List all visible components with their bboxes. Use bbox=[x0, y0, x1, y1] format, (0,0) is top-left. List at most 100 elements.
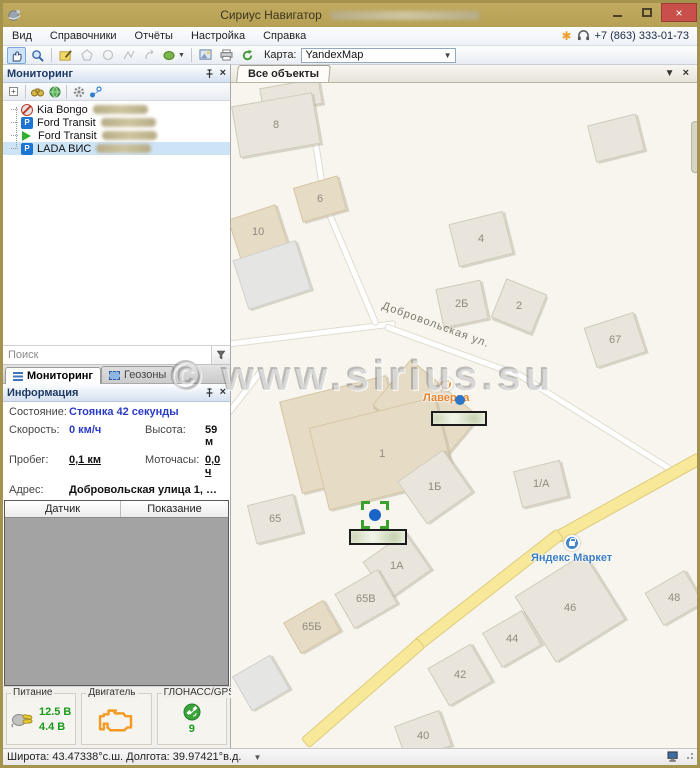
close-button[interactable]: × bbox=[661, 3, 697, 22]
minimize-icon bbox=[613, 15, 622, 17]
building-number: 48 bbox=[668, 592, 680, 604]
vehicle-dot-marker[interactable] bbox=[455, 395, 465, 405]
show-on-map-button[interactable] bbox=[46, 84, 63, 99]
print-button[interactable] bbox=[217, 47, 236, 64]
tab-list-dropdown-icon[interactable]: ▼ bbox=[665, 68, 675, 79]
map-provider-value: YandexMap bbox=[306, 49, 364, 61]
minimize-button[interactable] bbox=[603, 3, 632, 22]
column-sensor[interactable]: Датчик bbox=[5, 501, 121, 517]
map-road bbox=[515, 371, 678, 477]
building-number: 65 bbox=[269, 513, 281, 525]
vehicle-tree: Kia BongoPFord TransitFord TransitPLADA … bbox=[3, 101, 230, 155]
vehicle-row[interactable]: P Ford Transit bbox=[3, 116, 230, 129]
map-building-2: 2 bbox=[491, 278, 548, 333]
vehicle-name: LADA ВИС bbox=[37, 143, 91, 155]
window-title-group: Сириус Навигатор bbox=[3, 8, 697, 22]
map-building-6: 6 bbox=[293, 175, 347, 222]
tab-geozones[interactable]: Геозоны bbox=[101, 366, 174, 383]
route-track-icon bbox=[89, 86, 102, 98]
menu-item-вид[interactable]: Вид bbox=[3, 28, 41, 44]
add-polygon-button[interactable] bbox=[77, 47, 96, 64]
map-tab-close-icon[interactable]: × bbox=[683, 68, 689, 79]
pan-tool-button[interactable] bbox=[7, 47, 26, 64]
redacted-plate bbox=[433, 413, 485, 424]
vehicle-plate-label[interactable] bbox=[349, 529, 407, 545]
main-voltage: 12.5 В bbox=[39, 706, 71, 718]
pin-icon[interactable] bbox=[205, 388, 214, 398]
backup-voltage: 4.4 В bbox=[39, 721, 71, 733]
search-filter-button[interactable] bbox=[211, 346, 230, 364]
vehicle-row[interactable]: PLADA ВИС bbox=[3, 142, 230, 155]
tab-all-objects[interactable]: Все объекты bbox=[236, 65, 331, 82]
tab-monitoring[interactable]: Мониторинг bbox=[5, 367, 101, 384]
hours-value-link[interactable]: 0,0 ч bbox=[205, 454, 224, 478]
column-reading[interactable]: Показание bbox=[121, 501, 228, 517]
collapsed-panel-handle[interactable] bbox=[691, 121, 697, 173]
bag-icon bbox=[569, 541, 575, 546]
save-map-image-button[interactable] bbox=[196, 47, 215, 64]
menu-item-справочники[interactable]: Справочники bbox=[41, 28, 126, 44]
map-building-42: 42 bbox=[427, 643, 492, 706]
geozone-icon bbox=[109, 371, 120, 380]
headset-icon[interactable] bbox=[577, 30, 590, 42]
connection-computer-icon[interactable] bbox=[667, 751, 680, 763]
add-polyline-button[interactable] bbox=[119, 47, 138, 64]
map-canvas[interactable]: 861042Б26711Б1/А651А65В65Б4644484240Добр… bbox=[231, 83, 697, 748]
find-vehicle-button[interactable] bbox=[29, 84, 46, 99]
status-dropdown-icon[interactable]: ▼ bbox=[253, 753, 261, 762]
menu-item-справка[interactable]: Справка bbox=[254, 28, 315, 44]
building-number: 8 bbox=[273, 119, 279, 131]
hours-label: Моточасы: bbox=[145, 454, 205, 478]
engine-icon bbox=[96, 704, 136, 734]
building-number: 67 bbox=[609, 334, 621, 346]
alerts-icon[interactable]: ✱ bbox=[561, 29, 571, 43]
maximize-icon bbox=[642, 8, 652, 17]
power-gauge: Питание 12.5 В 4.4 В bbox=[6, 693, 76, 745]
refresh-button[interactable] bbox=[238, 47, 257, 64]
building-number: 1А bbox=[390, 560, 403, 572]
vehicle-plate-label[interactable] bbox=[431, 411, 487, 426]
map-building-40: 40 bbox=[394, 710, 452, 748]
selected-vehicle-marker[interactable] bbox=[361, 501, 389, 529]
add-circle-zone-button[interactable] bbox=[98, 47, 117, 64]
edit-map-button[interactable] bbox=[56, 47, 75, 64]
polyline-icon bbox=[123, 49, 135, 61]
building-number: 10 bbox=[252, 226, 264, 238]
vehicle-name: Kia Bongo bbox=[37, 104, 88, 116]
plug-icon bbox=[11, 710, 35, 728]
mileage-value-link[interactable]: 0,1 км bbox=[69, 454, 145, 478]
vehicle-name: Ford Transit bbox=[37, 117, 96, 129]
map-provider-select[interactable]: YandexMap ▼ bbox=[301, 48, 456, 63]
poi-yandex-market[interactable]: Яндекс Маркет bbox=[531, 535, 612, 564]
tree-settings-button[interactable] bbox=[70, 84, 87, 99]
tree-empty-area bbox=[3, 155, 230, 345]
track-button[interactable] bbox=[87, 84, 104, 99]
vehicle-status-icon-parked: P bbox=[21, 117, 33, 129]
expand-all-button[interactable]: + bbox=[5, 84, 22, 99]
building-number: 4 bbox=[478, 233, 484, 245]
maximize-button[interactable] bbox=[632, 3, 661, 22]
menu-item-настройка[interactable]: Настройка bbox=[182, 28, 254, 44]
magnifier-icon bbox=[31, 49, 44, 62]
panel-close-icon[interactable]: × bbox=[220, 387, 226, 398]
vehicle-row[interactable]: Kia Bongo bbox=[3, 103, 230, 116]
search-box[interactable]: Поиск bbox=[3, 345, 230, 365]
map-panel: Все объекты ▼ × 861042Б26711Б1/А651А65В6… bbox=[231, 65, 697, 748]
pin-icon[interactable] bbox=[205, 69, 214, 79]
hand-icon bbox=[10, 49, 23, 62]
add-route-zone-button[interactable] bbox=[140, 47, 159, 64]
panel-close-icon[interactable]: × bbox=[220, 68, 226, 79]
title-bar[interactable]: Сириус Навигатор × bbox=[3, 3, 697, 27]
zone-style-dropdown[interactable]: ▼ bbox=[161, 47, 187, 64]
building-number: 65В bbox=[356, 593, 376, 605]
tree-connector-line bbox=[16, 107, 17, 147]
building-number: 1/А bbox=[533, 478, 550, 490]
menu-item-отчёты[interactable]: Отчёты bbox=[126, 28, 182, 44]
zoom-tool-button[interactable] bbox=[28, 47, 47, 64]
vehicle-row[interactable]: Ford Transit bbox=[3, 129, 230, 142]
map-edit-icon bbox=[59, 49, 73, 62]
building-number: 6 bbox=[317, 193, 323, 205]
resize-grip[interactable] bbox=[685, 753, 693, 761]
map-building bbox=[587, 114, 645, 163]
gps-gauge-label: ГЛОНАСС/GPS bbox=[162, 687, 237, 698]
